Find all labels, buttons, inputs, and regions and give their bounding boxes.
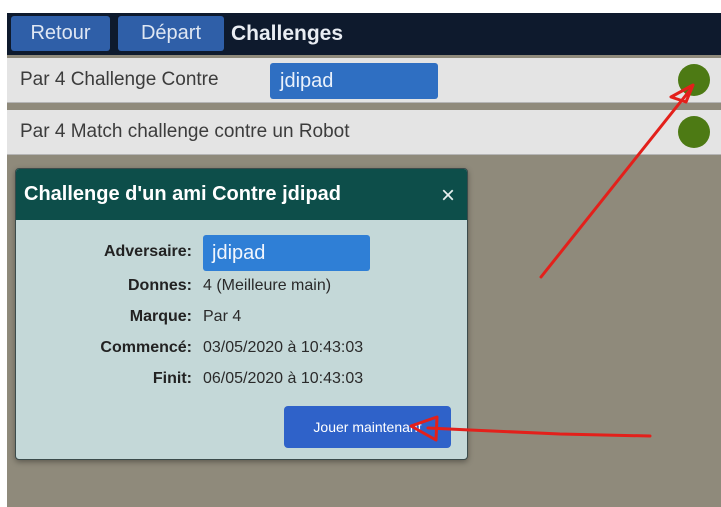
- status-dot-icon[interactable]: [678, 116, 710, 148]
- page-title: Challenges: [231, 22, 344, 45]
- challenge-row-friend[interactable]: Par 4 Challenge Contre jdipad: [7, 58, 721, 103]
- commence-label: Commencé:: [100, 339, 192, 356]
- adversaire-badge[interactable]: jdipad: [203, 235, 370, 271]
- marque-value: Par 4: [203, 308, 242, 325]
- opponent-badge[interactable]: jdipad: [270, 63, 438, 99]
- donnes-label: Donnes:: [128, 277, 192, 294]
- dialog-header: Challenge d'un ami Contre jdipad ×: [16, 169, 467, 220]
- challenge-row-label: Par 4 Challenge Contre: [20, 69, 219, 90]
- status-dot-icon[interactable]: [678, 64, 710, 96]
- challenge-dialog: Challenge d'un ami Contre jdipad × Adver…: [15, 168, 468, 460]
- top-bar: Retour Départ Challenges: [7, 13, 721, 55]
- marque-label: Marque:: [129, 308, 192, 325]
- adversaire-label: Adversaire:: [103, 243, 192, 260]
- finit-label: Finit:: [152, 370, 192, 387]
- commence-value: 03/05/2020 à 10:43:03: [203, 339, 364, 356]
- close-icon[interactable]: ×: [435, 169, 461, 220]
- play-now-button[interactable]: Jouer maintenant: [284, 406, 451, 448]
- finit-value: 06/05/2020 à 10:43:03: [203, 370, 364, 387]
- back-button[interactable]: Retour: [11, 16, 110, 51]
- donnes-value: 4 (Meilleure main): [203, 277, 332, 294]
- challenge-row-robot[interactable]: Par 4 Match challenge contre un Robot: [7, 110, 721, 155]
- app-frame: Retour Départ Challenges Par 4 Challenge…: [7, 13, 721, 507]
- dialog-title: Challenge d'un ami Contre jdipad: [24, 183, 342, 205]
- home-button[interactable]: Départ: [118, 16, 224, 51]
- challenge-row-label: Par 4 Match challenge contre un Robot: [20, 121, 350, 142]
